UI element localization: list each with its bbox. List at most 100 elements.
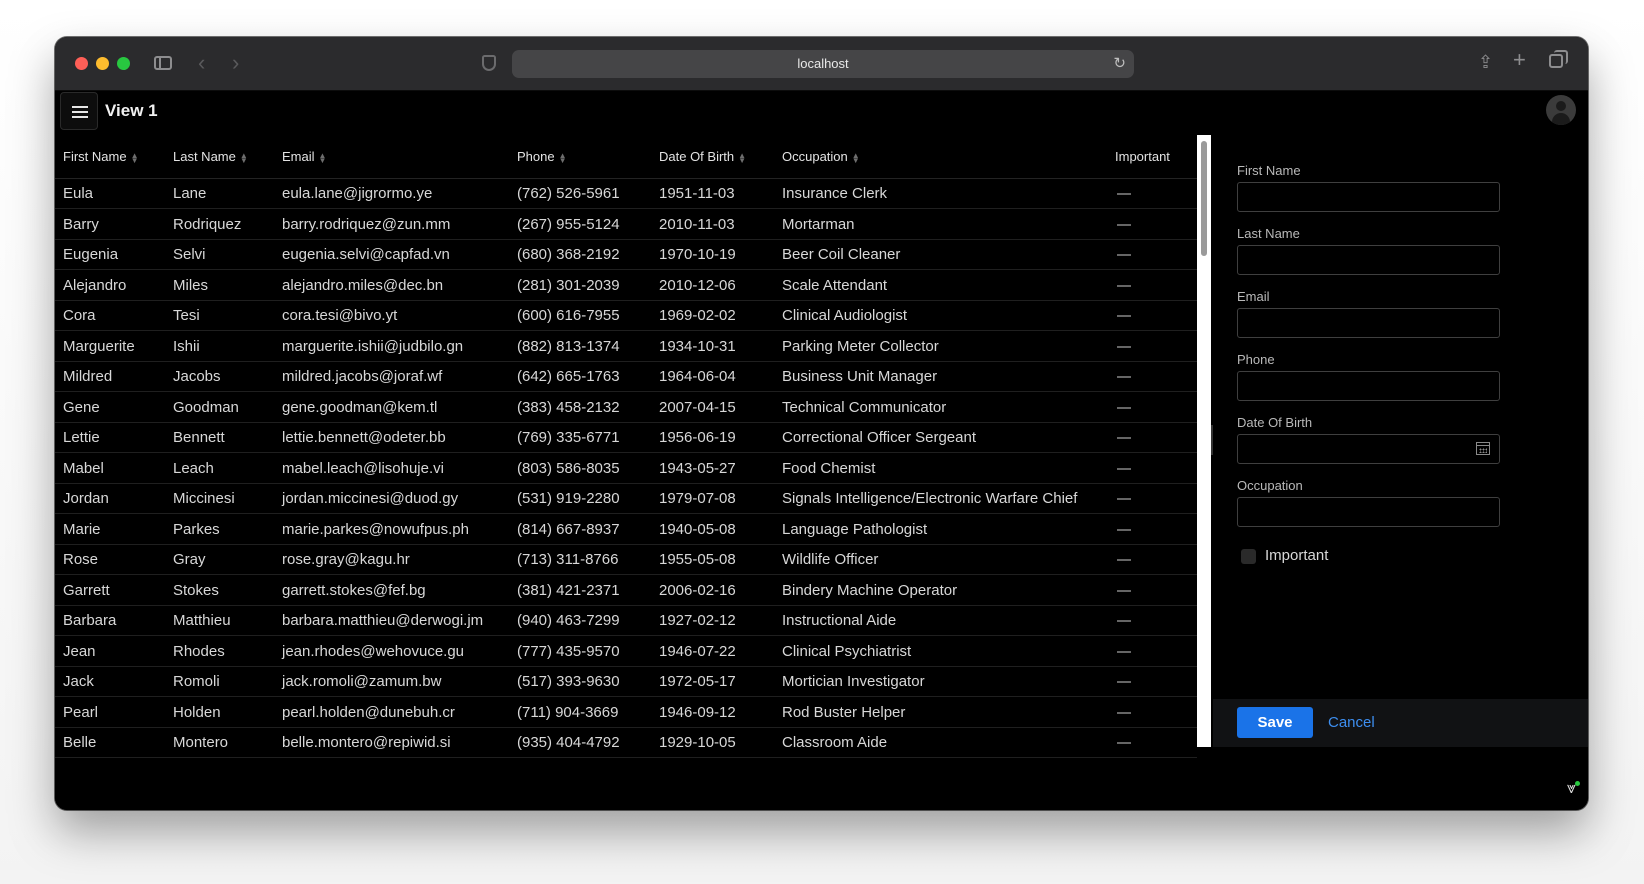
column-header-occupation[interactable]: Occupation ▲ ▼ bbox=[782, 149, 860, 164]
sort-icon[interactable]: ▲ ▼ bbox=[240, 151, 248, 164]
menu-toggle-button[interactable] bbox=[60, 92, 98, 130]
user-avatar-icon[interactable] bbox=[1546, 95, 1576, 125]
last-name-cell: Miles bbox=[173, 276, 209, 294]
close-window-button[interactable] bbox=[75, 57, 88, 70]
dash-icon bbox=[1117, 284, 1131, 287]
last-name-cell: Matthieu bbox=[173, 612, 231, 629]
last-name-cell: Stokes bbox=[173, 581, 219, 599]
grid-scrollbar[interactable] bbox=[1197, 135, 1211, 747]
email-cell: eugenia.selvi@capfad.vn bbox=[282, 246, 450, 263]
table-row[interactable]: Jack Romoli jack.romoli@zamum.bw (517) 393-… bbox=[55, 667, 1197, 697]
date-of-birth-field[interactable] bbox=[1237, 434, 1500, 464]
last-name-cell: Leach bbox=[173, 459, 214, 477]
column-header-first-name[interactable]: First Name ▲ ▼ bbox=[63, 149, 138, 164]
phone-cell: (267) 955-5124 bbox=[517, 215, 620, 233]
date-of-birth-cell: 1934-10-31 bbox=[659, 337, 736, 355]
table-row[interactable]: Pearl Holden pearl.holden@dunebuh.cr (711) … bbox=[55, 698, 1197, 728]
new-tab-icon[interactable]: + bbox=[1513, 49, 1526, 71]
table-row[interactable]: Mildred Jacobs mildred.jacobs@joraf.wf (642… bbox=[55, 362, 1197, 392]
email-field[interactable] bbox=[1237, 308, 1500, 338]
table-row[interactable]: Jordan Miccinesi jordan.miccinesi@duod.gy (… bbox=[55, 484, 1197, 514]
share-icon[interactable]: ⇪ bbox=[1478, 52, 1493, 72]
table-row[interactable]: Eula Lane eula.lane@jigrormo.ye (762) 526-5… bbox=[55, 179, 1197, 209]
column-header-last-name[interactable]: Last Name ▲ ▼ bbox=[173, 149, 248, 164]
sort-icon[interactable]: ▲ ▼ bbox=[852, 151, 860, 164]
email-cell: alejandro.miles@dec.bn bbox=[282, 276, 444, 294]
sort-icon[interactable]: ▲ ▼ bbox=[131, 151, 139, 164]
browser-toolbar: ‹ › localhost ↻ ⇪ + bbox=[55, 37, 1588, 91]
phone-field[interactable] bbox=[1237, 371, 1500, 401]
maximize-window-button[interactable] bbox=[117, 57, 130, 70]
email-cell: barbara.matthieu@derwogi.jm bbox=[282, 612, 484, 629]
phone-cell: (600) 616-7955 bbox=[517, 307, 620, 324]
reload-icon[interactable]: ↻ bbox=[1113, 54, 1126, 72]
table-row[interactable]: Barry Rodriquez barry.rodriquez@zun.mm (267… bbox=[55, 210, 1197, 240]
occupation-label: Occupation bbox=[1237, 478, 1303, 493]
table-row[interactable]: Marie Parkes marie.parkes@nowufpus.ph (814)… bbox=[55, 515, 1197, 545]
phone-label: Phone bbox=[1237, 352, 1275, 367]
email-cell: barry.rodriquez@zun.mm bbox=[282, 215, 451, 233]
table-row[interactable]: Rose Gray rose.gray@kagu.hr (713) 311-8766 1… bbox=[55, 545, 1197, 575]
occupation-cell: Mortician Investigator bbox=[782, 673, 925, 690]
scrollbar-thumb[interactable] bbox=[1201, 141, 1207, 256]
column-header-phone[interactable]: Phone ▲ ▼ bbox=[517, 149, 567, 164]
table-row[interactable]: Cora Tesi cora.tesi@bivo.yt (600) 616-7955 1… bbox=[55, 301, 1197, 331]
first-name-field[interactable] bbox=[1237, 182, 1500, 212]
minimize-window-button[interactable] bbox=[96, 57, 109, 70]
first-name-cell: Lettie bbox=[63, 429, 100, 446]
table-row[interactable]: Alejandro Miles alejandro.miles@dec.bn (281… bbox=[55, 271, 1197, 301]
table-row[interactable]: Gene Goodman gene.goodman@kem.tl (383) 458-… bbox=[55, 393, 1197, 423]
sort-icon[interactable]: ▲ ▼ bbox=[559, 151, 567, 164]
email-cell: eula.lane@jigrormo.ye bbox=[282, 185, 433, 202]
menu-icon bbox=[72, 111, 88, 113]
occupation-field[interactable] bbox=[1237, 497, 1500, 527]
dash-icon bbox=[1117, 559, 1131, 561]
email-cell: mildred.jacobs@joraf.wf bbox=[282, 368, 443, 385]
cancel-button[interactable]: Cancel bbox=[1321, 707, 1382, 738]
sidebar-toggle-icon[interactable] bbox=[154, 56, 172, 70]
important-checkbox[interactable] bbox=[1241, 549, 1256, 564]
table-row[interactable]: Eugenia Selvi eugenia.selvi@capfad.vn (680)… bbox=[55, 240, 1197, 270]
table-row[interactable]: Lettie Bennett lettie.bennett@odeter.bb (76… bbox=[55, 423, 1197, 453]
table-row[interactable]: Jean Rhodes jean.rhodes@wehovuce.gu (777) 4… bbox=[55, 637, 1197, 667]
forward-arrow-icon[interactable]: › bbox=[232, 52, 239, 74]
email-cell: jack.romoli@zamum.bw bbox=[282, 673, 442, 690]
first-name-cell: Marie bbox=[63, 520, 101, 538]
date-of-birth-cell: 1946-07-22 bbox=[659, 642, 736, 660]
phone-cell: (381) 421-2371 bbox=[517, 581, 620, 599]
table-row[interactable]: Marguerite Ishii marguerite.ishii@judbilo.… bbox=[55, 332, 1197, 362]
email-cell: cora.tesi@bivo.yt bbox=[282, 307, 398, 324]
table-row[interactable]: Mabel Leach mabel.leach@lisohuje.vi (803) 5… bbox=[55, 454, 1197, 484]
last-name-cell: Selvi bbox=[173, 246, 206, 263]
sort-icon[interactable]: ▲ ▼ bbox=[738, 151, 746, 164]
phone-cell: (762) 526-5961 bbox=[517, 185, 620, 202]
date-of-birth-cell: 1943-05-27 bbox=[659, 459, 736, 477]
occupation-cell: Parking Meter Collector bbox=[782, 337, 939, 355]
first-name-cell: Jordan bbox=[63, 490, 109, 507]
last-name-cell: Tesi bbox=[173, 307, 200, 324]
calendar-icon[interactable] bbox=[1476, 442, 1490, 455]
dash-icon bbox=[1117, 681, 1131, 683]
sort-icon[interactable]: ▲ ▼ bbox=[319, 151, 327, 164]
table-row[interactable]: Barbara Matthieu barbara.matthieu@derwogi.… bbox=[55, 606, 1197, 636]
back-arrow-icon[interactable]: ‹ bbox=[198, 52, 205, 74]
table-row[interactable]: Belle Montero belle.montero@repiwid.si (935… bbox=[55, 728, 1197, 758]
column-header-label: Last Name bbox=[173, 149, 236, 164]
phone-cell: (935) 404-4792 bbox=[517, 734, 620, 751]
column-header-email[interactable]: Email ▲ ▼ bbox=[282, 149, 326, 164]
table-row[interactable]: Garrett Stokes garrett.stokes@fef.bg (381) … bbox=[55, 576, 1197, 606]
first-name-cell: Jack bbox=[63, 673, 94, 690]
dash-icon bbox=[1117, 620, 1131, 622]
last-name-field[interactable] bbox=[1237, 245, 1500, 275]
occupation-cell: Rod Buster Helper bbox=[782, 703, 906, 721]
column-header-label: Phone bbox=[517, 149, 555, 164]
privacy-shield-icon[interactable] bbox=[482, 55, 496, 71]
address-bar[interactable]: localhost ↻ bbox=[512, 50, 1134, 78]
date-of-birth-cell: 1979-07-08 bbox=[659, 490, 736, 507]
last-name-cell: Montero bbox=[173, 734, 229, 751]
save-button[interactable]: Save bbox=[1237, 707, 1313, 738]
important-checkbox-label[interactable]: Important bbox=[1265, 547, 1328, 564]
tabs-overview-icon[interactable] bbox=[1549, 50, 1568, 68]
column-header-date-of-birth[interactable]: Date Of Birth ▲ ▼ bbox=[659, 149, 746, 164]
date-of-birth-cell: 1972-05-17 bbox=[659, 673, 736, 690]
